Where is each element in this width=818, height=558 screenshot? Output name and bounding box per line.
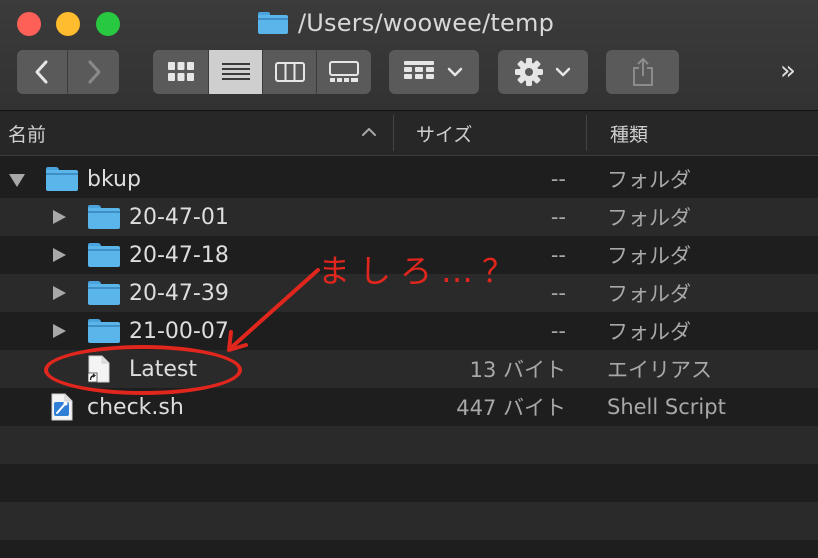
- file-row[interactable]: 20-47-01 -- フォルダ: [0, 198, 818, 236]
- view-mode-control: [153, 50, 371, 94]
- disclosure-triangle-icon[interactable]: [53, 210, 66, 224]
- sort-ascending-icon: [362, 128, 376, 136]
- file-kind: フォルダ: [607, 168, 691, 192]
- empty-row: [0, 464, 818, 502]
- folder-icon: [258, 12, 288, 34]
- disclosure-triangle-icon[interactable]: [53, 286, 66, 300]
- shell-script-icon: [51, 393, 73, 421]
- finder-window: /Users/woowee/temp » 名前 サイズ 種類 bkup -- フ…: [0, 0, 818, 558]
- folder-icon: [88, 205, 120, 229]
- file-name: 20-47-18: [129, 242, 229, 268]
- folder-icon: [46, 167, 78, 191]
- list-icon: [221, 63, 250, 80]
- file-size: 447 バイト: [456, 396, 566, 420]
- file-size: --: [550, 319, 566, 343]
- toolbar-overflow-button[interactable]: »: [780, 56, 796, 86]
- chevron-down-icon: [447, 67, 463, 77]
- share-icon: [632, 57, 653, 86]
- close-button[interactable]: [17, 12, 41, 36]
- empty-row: [0, 426, 818, 464]
- file-size: 13 バイト: [469, 358, 566, 382]
- chevron-left-icon: [35, 60, 48, 84]
- folder-icon: [88, 281, 120, 305]
- column-divider[interactable]: [393, 115, 394, 151]
- share-button[interactable]: [606, 50, 679, 94]
- file-kind: フォルダ: [607, 206, 691, 230]
- disclosure-triangle-expanded-icon[interactable]: [9, 174, 25, 187]
- file-name: 20-47-01: [129, 204, 229, 230]
- action-button[interactable]: [498, 50, 588, 94]
- disclosure-triangle-icon[interactable]: [53, 324, 66, 338]
- column-header-size[interactable]: サイズ: [416, 111, 472, 155]
- empty-row: [0, 502, 818, 540]
- icon-view-button[interactable]: [153, 50, 209, 94]
- annotation-text: ましろ…？: [318, 252, 524, 290]
- nav-buttons: [17, 50, 119, 94]
- annotation-circle: [44, 345, 242, 395]
- file-name: bkup: [87, 166, 141, 192]
- column-divider[interactable]: [586, 115, 587, 151]
- gallery-view-button[interactable]: [317, 50, 371, 94]
- window-title-text: /Users/woowee/temp: [298, 9, 555, 37]
- file-kind: フォルダ: [607, 244, 691, 268]
- disclosure-triangle-icon[interactable]: [53, 248, 66, 262]
- file-row[interactable]: bkup -- フォルダ: [0, 160, 818, 198]
- column-header: 名前 サイズ 種類: [0, 111, 818, 156]
- column-view-button[interactable]: [263, 50, 317, 94]
- minimize-button[interactable]: [56, 12, 80, 36]
- group-by-button[interactable]: [389, 50, 479, 94]
- columns-icon: [274, 62, 305, 82]
- zoom-button[interactable]: [96, 12, 120, 36]
- chevron-down-icon: [555, 67, 571, 77]
- file-name: 20-47-39: [129, 280, 229, 306]
- chevron-right-icon: [88, 60, 100, 84]
- gear-icon: [515, 58, 543, 86]
- file-kind: フォルダ: [607, 282, 691, 306]
- folder-icon: [88, 243, 120, 267]
- folder-icon: [88, 319, 120, 343]
- file-kind: フォルダ: [607, 320, 691, 344]
- gallery-icon: [329, 61, 359, 82]
- file-row[interactable]: 21-00-07 -- フォルダ: [0, 312, 818, 350]
- forward-button[interactable]: [68, 50, 119, 94]
- file-size: --: [550, 167, 566, 191]
- list-view-button[interactable]: [209, 50, 263, 94]
- file-kind: エイリアス: [607, 358, 712, 382]
- group-icon: [404, 61, 434, 79]
- toolbar-area: /Users/woowee/temp »: [0, 0, 818, 111]
- empty-row: [0, 540, 818, 558]
- column-header-kind[interactable]: 種類: [610, 111, 648, 155]
- grid-icon: [167, 62, 194, 81]
- file-size: --: [550, 205, 566, 229]
- column-header-name[interactable]: 名前: [8, 111, 46, 155]
- file-kind: Shell Script: [607, 395, 726, 419]
- window-title: /Users/woowee/temp: [258, 6, 554, 40]
- back-button[interactable]: [17, 50, 68, 94]
